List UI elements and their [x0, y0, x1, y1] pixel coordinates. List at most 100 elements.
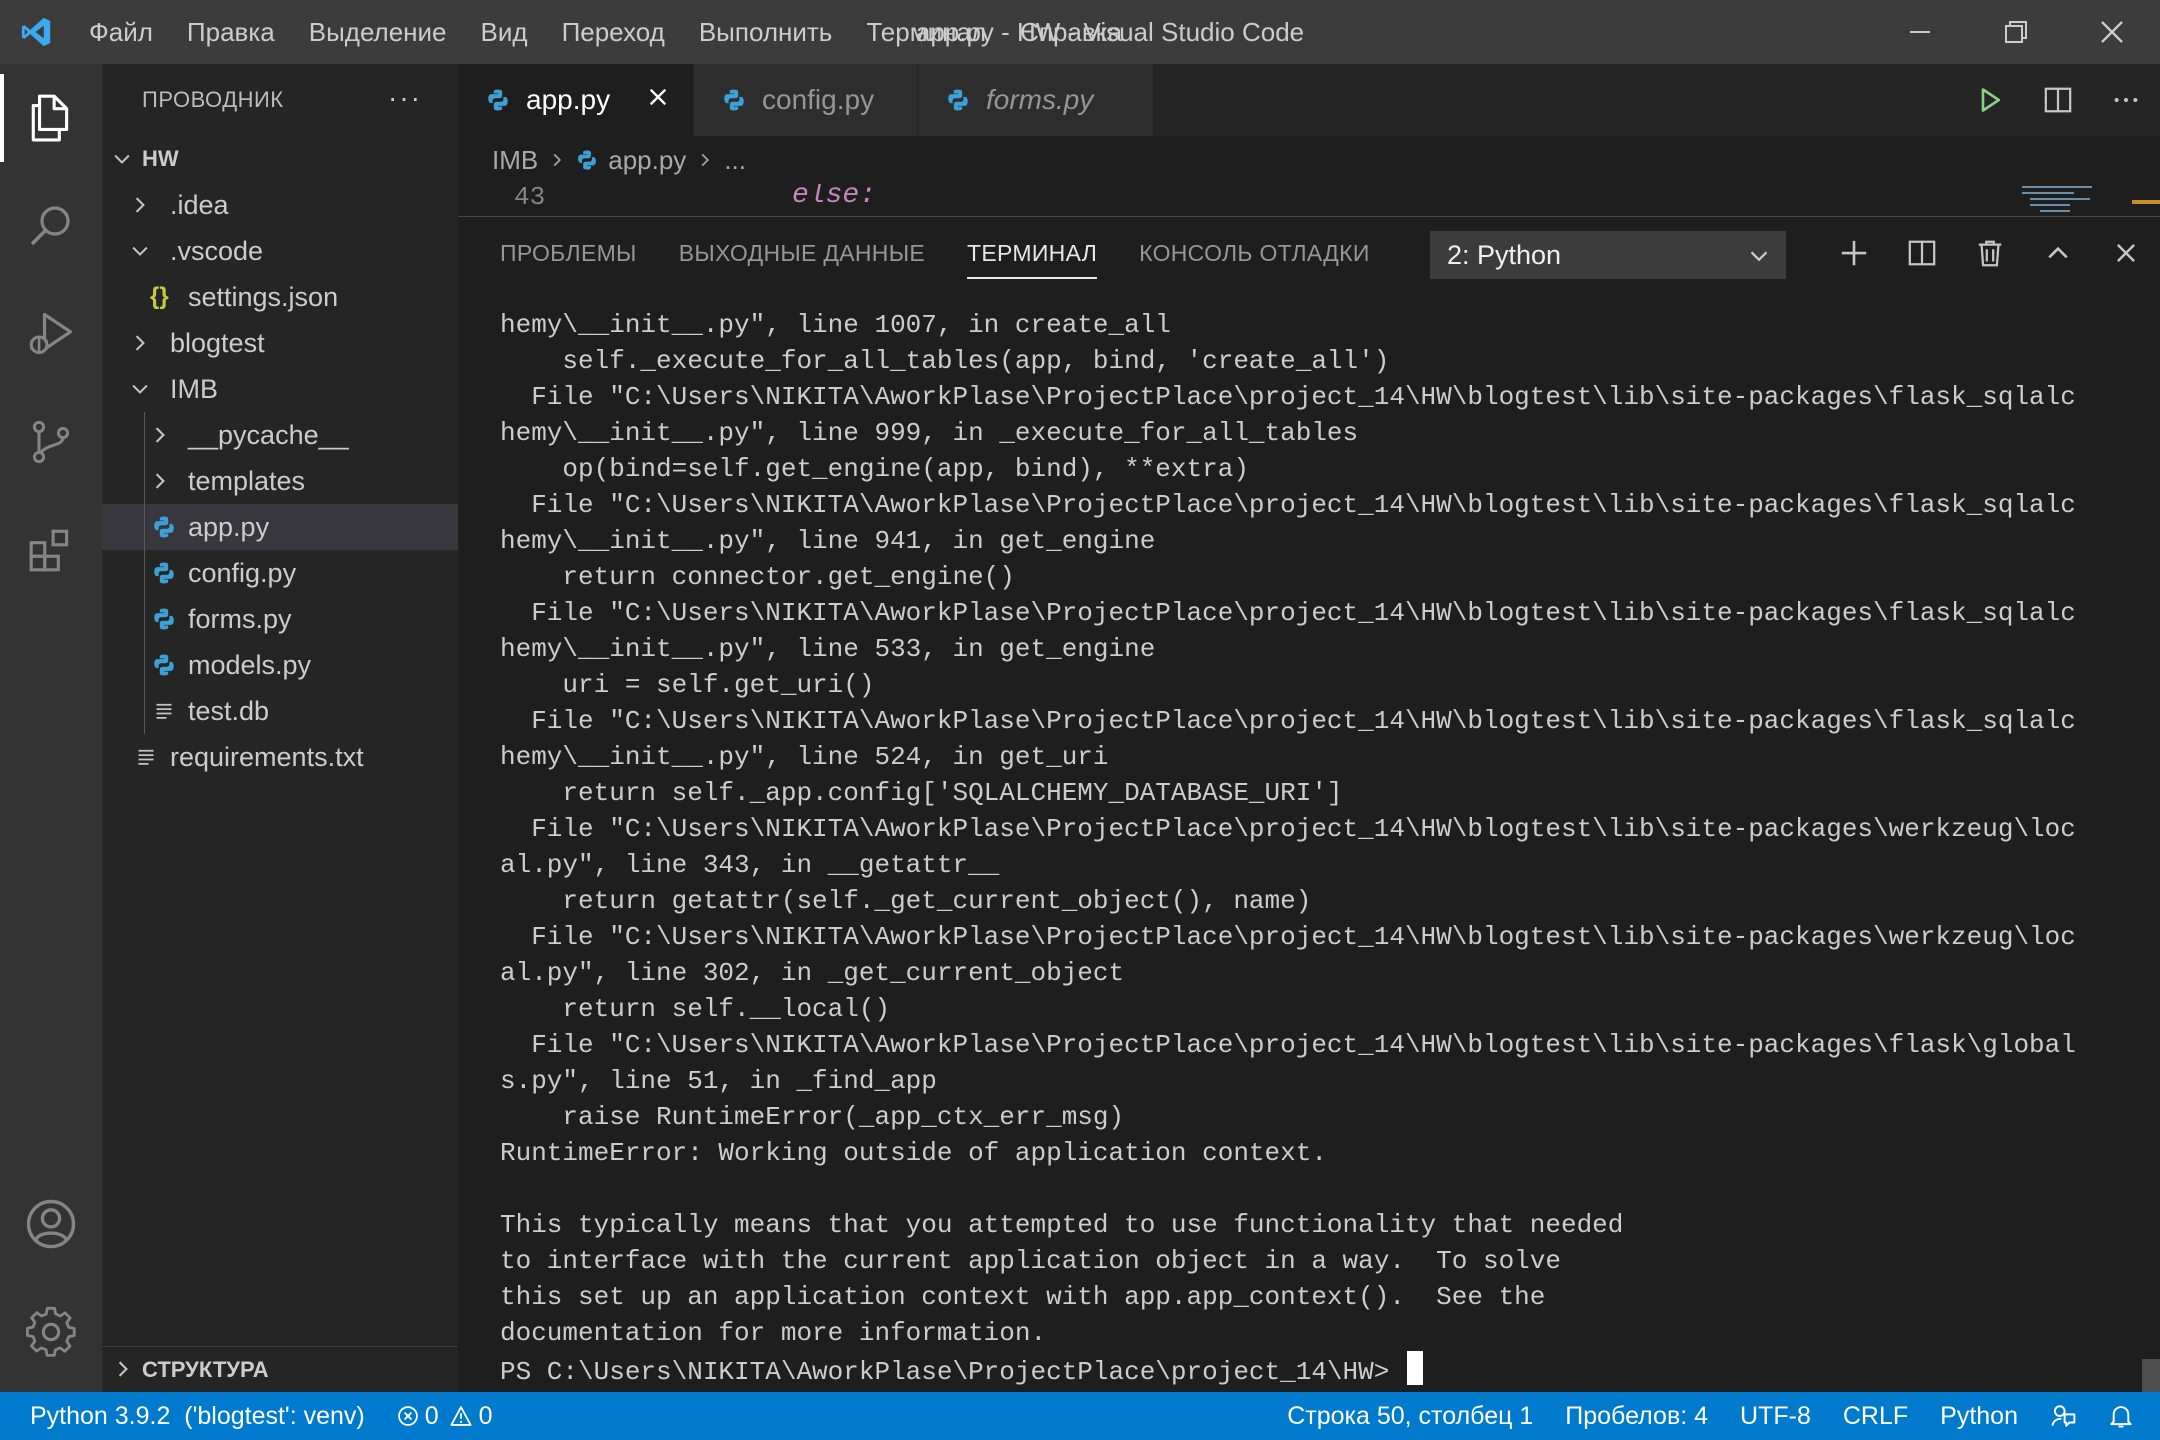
maximize-panel-button[interactable]	[2024, 217, 2092, 289]
account-icon	[26, 1199, 76, 1249]
tree-item-vscode[interactable]: .vscode	[102, 228, 458, 274]
extensions-activity[interactable]	[0, 496, 102, 604]
terminal-line: File "C:\Users\NIKITA\AworkPlase\Project…	[500, 922, 2076, 952]
tree-item-imb[interactable]: IMB	[102, 366, 458, 412]
explorer-more-button[interactable]: ···	[388, 82, 422, 114]
breadcrumb-symbol[interactable]: ...	[724, 145, 746, 176]
tree-item-test-db[interactable]: test.db	[102, 688, 458, 734]
tab-terminal[interactable]: ТЕРМИНАЛ	[967, 217, 1098, 289]
search-activity[interactable]	[0, 172, 102, 280]
restore-button[interactable]	[1968, 0, 2064, 64]
tree-item-pycache[interactable]: __pycache__	[102, 412, 458, 458]
tree-item-blogtest[interactable]: blogtest	[102, 320, 458, 366]
terminal-line: s.py", line 51, in _find_app	[500, 1066, 937, 1096]
json-file-icon: {}	[150, 283, 169, 310]
terminal-prompt: PS C:\Users\NIKITA\AworkPlase\ProjectPla…	[500, 1357, 1405, 1387]
explorer-sidebar: ПРОВОДНИК ··· HW .idea .vscode {} settin…	[102, 64, 458, 1392]
split-terminal-button[interactable]	[1888, 217, 1956, 289]
tab-output[interactable]: ВЫХОДНЫЕ ДАННЫЕ	[679, 217, 925, 289]
tab-problems[interactable]: ПРОБЛЕМЫ	[500, 217, 637, 289]
text-file-icon	[154, 688, 174, 734]
encoding-status[interactable]: UTF-8	[1724, 1392, 1827, 1440]
language-mode-status[interactable]: Python	[1924, 1392, 2034, 1440]
split-terminal-icon	[1908, 240, 1936, 266]
tree-item-label: test.db	[188, 696, 270, 726]
chevron-up-icon	[2048, 246, 2068, 259]
tree-item-forms-py[interactable]: forms.py	[102, 596, 458, 642]
menu-terminal[interactable]: Терминал	[849, 0, 1003, 64]
menu-selection[interactable]: Выделение	[292, 0, 464, 64]
close-icon	[2101, 21, 2123, 43]
menu-go[interactable]: Переход	[545, 0, 682, 64]
tree-item-label: settings.json	[188, 282, 339, 312]
indentation-status[interactable]: Пробелов: 4	[1549, 1392, 1724, 1440]
kill-terminal-button[interactable]	[1956, 217, 2024, 289]
close-icon	[2117, 244, 2135, 262]
breadcrumb-folder[interactable]: IMB	[492, 145, 538, 176]
terminal-line: return getattr(self._get_current_object(…	[500, 886, 1312, 916]
tree-root-hw[interactable]: HW	[102, 136, 458, 182]
warning-count: 0	[478, 1401, 493, 1430]
tab-config-py[interactable]: config.py	[694, 64, 918, 136]
split-editor-button[interactable]	[2024, 64, 2092, 136]
accounts-activity[interactable]	[0, 1170, 102, 1278]
manage-activity[interactable]	[0, 1278, 102, 1386]
tree-item-app-py[interactable]: app.py	[102, 504, 458, 550]
terminal-line: File "C:\Users\NIKITA\AworkPlase\Project…	[500, 598, 2076, 628]
tree-item-requirements-txt[interactable]: requirements.txt	[102, 734, 458, 780]
tree-item-label: .vscode	[170, 236, 264, 266]
menu-file[interactable]: Файл	[72, 0, 170, 64]
python-file-icon	[486, 88, 510, 112]
menu-view[interactable]: Вид	[464, 0, 545, 64]
tree-item-idea[interactable]: .idea	[102, 182, 458, 228]
menu-help[interactable]: Справка	[1003, 0, 1139, 64]
explorer-activity[interactable]	[0, 64, 102, 172]
notifications-button[interactable]	[2092, 1392, 2150, 1440]
source-control-icon	[32, 420, 70, 464]
menu-edit[interactable]: Правка	[170, 0, 292, 64]
terminal-line: raise RuntimeError(_app_ctx_err_msg)	[500, 1102, 1125, 1132]
outline-section-header[interactable]: СТРУКТУРА	[102, 1346, 458, 1392]
tab-app-py[interactable]: app.py	[458, 64, 694, 136]
terminal-line: return connector.get_engine()	[500, 562, 1015, 592]
tree-item-models-py[interactable]: models.py	[102, 642, 458, 688]
close-panel-button[interactable]	[2092, 217, 2160, 289]
tree-item-label: templates	[188, 466, 306, 496]
trash-icon	[1978, 240, 2002, 267]
tree-item-label: models.py	[188, 650, 312, 680]
run-python-file-button[interactable]	[1956, 64, 2024, 136]
restore-icon	[2005, 21, 2027, 43]
tab-debug-console[interactable]: КОНСОЛЬ ОТЛАДКИ	[1139, 217, 1370, 289]
code-editor-visible-line[interactable]: 43 else:	[458, 184, 2160, 216]
close-window-button[interactable]	[2064, 0, 2160, 64]
play-icon	[1981, 88, 2001, 112]
close-tab-icon[interactable]	[645, 84, 671, 117]
python-file-icon	[722, 88, 746, 112]
problems-status[interactable]: 0 0	[381, 1392, 509, 1440]
terminal-line: uri = self.get_uri()	[500, 670, 875, 700]
minimize-button[interactable]	[1872, 0, 1968, 64]
terminal-output[interactable]: hemy\__init__.py", line 1007, in create_…	[500, 307, 2130, 1390]
tree-item-settings-json[interactable]: {} settings.json	[102, 274, 458, 320]
terminal-line: File "C:\Users\NIKITA\AworkPlase\Project…	[500, 706, 2076, 736]
cursor-position-status[interactable]: Строка 50, столбец 1	[1271, 1392, 1549, 1440]
feedback-icon	[2051, 1405, 2076, 1427]
tab-forms-py[interactable]: forms.py	[918, 64, 1154, 136]
ellipsis-icon	[2114, 97, 2138, 103]
search-icon	[30, 206, 70, 246]
source-control-activity[interactable]	[0, 388, 102, 496]
tree-item-templates[interactable]: templates	[102, 458, 458, 504]
feedback-button[interactable]	[2034, 1392, 2092, 1440]
terminal-line: return self._app.config['SQLALCHEMY_DATA…	[500, 778, 1343, 808]
minimap[interactable]	[2010, 184, 2130, 216]
eol-status[interactable]: CRLF	[1827, 1392, 1924, 1440]
terminal-select[interactable]: 2: Python	[1430, 231, 1786, 279]
split-editor-icon	[2044, 87, 2072, 113]
more-actions-button[interactable]	[2092, 64, 2160, 136]
python-interpreter-status[interactable]: Python 3.9.2 ('blogtest': venv)	[14, 1392, 381, 1440]
new-terminal-button[interactable]	[1820, 217, 1888, 289]
menu-run[interactable]: Выполнить	[682, 0, 850, 64]
breadcrumb-file[interactable]: app.py	[608, 145, 686, 176]
tree-item-config-py[interactable]: config.py	[102, 550, 458, 596]
run-debug-activity[interactable]	[0, 280, 102, 388]
